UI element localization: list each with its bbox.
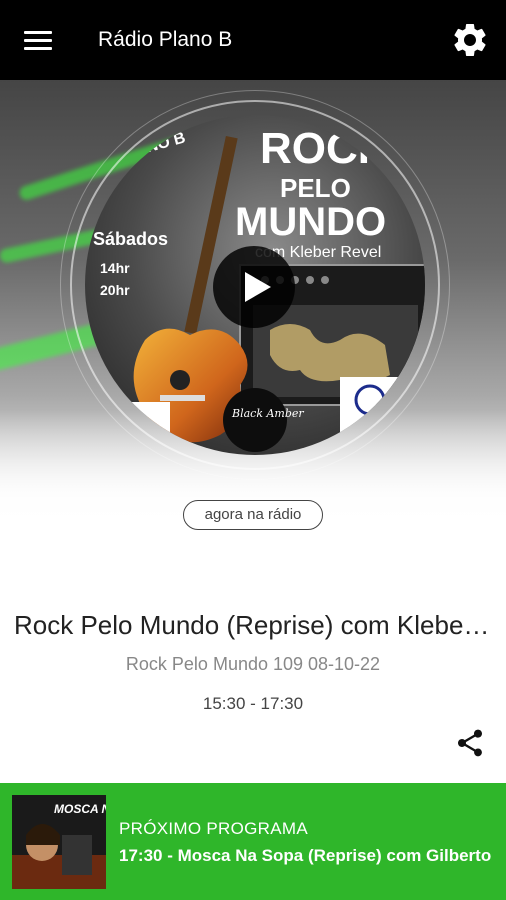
play-icon [245, 272, 271, 302]
program-episode: Rock Pelo Mundo 109 08-10-22 [125, 654, 381, 674]
play-button[interactable] [213, 246, 295, 328]
cover-title-pelo: PELO [280, 173, 351, 203]
next-thumb-text: MOSCA NA SOPA [54, 802, 106, 816]
next-program-bar[interactable]: MOSCA NA SOPA PRÓXIMO PROGRAMA 17:30 - M… [0, 783, 506, 900]
cover-days: Sábados [93, 229, 168, 249]
next-program-thumbnail: MOSCA NA SOPA [12, 795, 106, 889]
cover-time-2: 20hr [100, 282, 130, 298]
menu-icon [24, 31, 52, 34]
cover-time-1: 14hr [100, 260, 130, 276]
menu-icon-bar [24, 47, 52, 50]
app-toolbar: Rádio Plano B [0, 0, 506, 80]
menu-icon-bar [24, 39, 52, 42]
cover-title-mundo: MUNDO [235, 200, 386, 244]
program-title: Rock Pelo Mundo (Reprise) com Kleber Rev… [14, 610, 506, 640]
settings-button[interactable] [450, 20, 490, 60]
app-title: Rádio Plano B [98, 28, 233, 51]
menu-button[interactable] [18, 24, 56, 56]
share-button[interactable] [454, 727, 486, 759]
next-program-label: PRÓXIMO PROGRAMA [119, 819, 308, 838]
next-program-title: 17:30 - Mosca Na Sopa (Reprise) com Gilb… [119, 846, 492, 865]
gear-icon [454, 23, 486, 56]
program-time: 15:30 - 17:30 [202, 694, 304, 713]
now-on-radio-badge: agora na rádio [183, 500, 323, 530]
cover-black-amber: Black Amber [231, 407, 304, 420]
share-icon [458, 729, 482, 757]
next-program-art: MOSCA NA SOPA [12, 795, 106, 889]
